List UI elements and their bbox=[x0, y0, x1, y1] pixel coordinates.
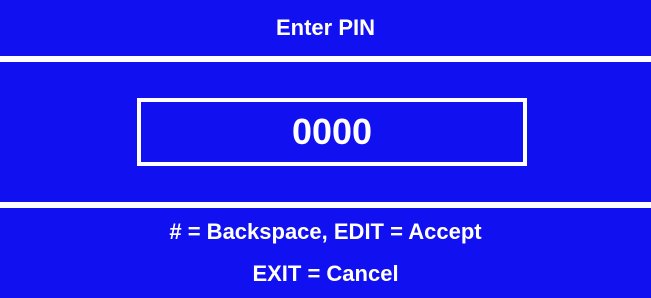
pin-entry-screen: Enter PIN 0000 # = Backspace, EDIT = Acc… bbox=[0, 0, 651, 298]
pin-panel: 0000 bbox=[0, 62, 651, 202]
cancel-instruction: EXIT = Cancel bbox=[252, 261, 399, 286]
instructions-panel: # = Backspace, EDIT = Accept EXIT = Canc… bbox=[0, 208, 651, 298]
header-bar: Enter PIN bbox=[0, 0, 651, 56]
pin-value: 0000 bbox=[291, 111, 373, 152]
page-title: Enter PIN bbox=[275, 15, 376, 40]
backspace-accept-instruction: # = Backspace, EDIT = Accept bbox=[169, 219, 482, 244]
pin-input-field[interactable]: 0000 bbox=[137, 98, 527, 166]
